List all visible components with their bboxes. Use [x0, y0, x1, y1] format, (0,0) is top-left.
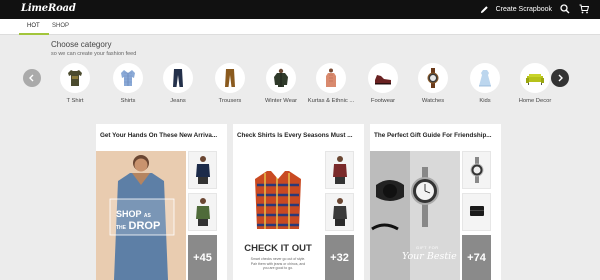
product-thumbnail[interactable] [462, 193, 491, 231]
category-item-watches[interactable]: Watches [408, 63, 458, 104]
category-label: Watches [421, 98, 445, 104]
card-main-image[interactable]: CHECK IT OUT Smart checks never go out o… [233, 151, 323, 280]
jacket-icon [266, 63, 296, 93]
shoe-icon [368, 63, 398, 93]
card-overlay-text: SHOP AS THE DROP [116, 209, 161, 232]
category-label: Shirts [120, 98, 136, 104]
category-item-shirts[interactable]: Shirts [103, 63, 153, 104]
sofa-icon [520, 63, 550, 93]
category-item-kids[interactable]: Kids [460, 63, 510, 104]
card-title[interactable]: The Perfect Gift Guide For Friendship... [374, 132, 498, 139]
trousers-icon [215, 63, 245, 93]
top-actions: Create Scrapbook [479, 3, 590, 15]
active-tab-indicator [19, 33, 49, 35]
category-item-footwear[interactable]: Footwear [358, 63, 408, 104]
category-label: Kurtas & Ethnic ... [307, 98, 355, 104]
card-main-image[interactable]: GIFT FOR Your Bestie [370, 151, 460, 280]
card-overlay-text: Your Bestie [402, 251, 457, 262]
card-overlay-caption: Smart checks never go out of style. Pair… [250, 257, 306, 270]
category-item-winter-wear[interactable]: Winter Wear [256, 63, 306, 104]
category-item-home-decor[interactable]: Home Decor [510, 63, 560, 104]
category-label: Kids [479, 98, 491, 104]
scrapbook-card[interactable]: Get Your Hands On These New Arriva... SH… [96, 124, 227, 280]
category-label: Jeans [170, 98, 186, 104]
tab-hot[interactable]: HOT [27, 23, 40, 29]
top-bar: LimeRoad Create Scrapbook [0, 0, 600, 19]
product-thumbnail[interactable] [188, 193, 217, 231]
card-overlay-text: CHECK IT OUT [244, 243, 312, 254]
category-carousel: T Shirt Shirts Jeans Trousers Winter Wea… [0, 63, 600, 108]
product-thumbnail[interactable] [462, 151, 491, 189]
category-label: Trousers [218, 98, 242, 104]
category-item-trousers[interactable]: Trousers [205, 63, 255, 104]
tab-bar: HOT SHOP [0, 19, 600, 35]
category-label: T Shirt [66, 98, 84, 104]
category-subtitle: so we can create your fashion feed [51, 51, 137, 57]
kids-dress-icon [470, 63, 500, 93]
search-icon[interactable] [559, 3, 571, 15]
shirt-icon [113, 63, 143, 93]
more-items-button[interactable]: +74 [462, 235, 491, 280]
tshirt-icon [60, 63, 90, 93]
category-label: Winter Wear [264, 98, 298, 104]
category-title: Choose category [51, 40, 112, 49]
create-scrapbook-button[interactable]: Create Scrapbook [479, 3, 552, 15]
more-items-button[interactable]: +45 [188, 235, 217, 280]
product-thumbnail[interactable] [188, 151, 217, 189]
kurta-icon [316, 63, 346, 93]
category-label: Footwear [370, 98, 396, 104]
category-item-tshirt[interactable]: T Shirt [50, 63, 100, 104]
more-items-button[interactable]: +32 [325, 235, 354, 280]
card-title[interactable]: Get Your Hands On These New Arriva... [100, 132, 224, 139]
scrapbook-card[interactable]: Check Shirts Is Every Seasons Must ... C… [233, 124, 364, 280]
card-title[interactable]: Check Shirts Is Every Seasons Must ... [237, 132, 361, 139]
tab-shop[interactable]: SHOP [52, 23, 69, 29]
card-main-image[interactable]: SHOP AS THE DROP [96, 151, 186, 280]
pencil-icon [479, 3, 491, 15]
product-thumbnail[interactable] [325, 193, 354, 231]
category-label: Home Decor [518, 98, 552, 104]
product-thumbnail[interactable] [325, 151, 354, 189]
jeans-icon [163, 63, 193, 93]
scrapbook-card[interactable]: The Perfect Gift Guide For Friendship...… [370, 124, 501, 280]
cart-icon[interactable] [578, 3, 590, 15]
card-overlay-caption: GIFT FOR [416, 245, 439, 250]
create-scrapbook-label: Create Scrapbook [495, 5, 552, 13]
category-item-kurtas[interactable]: Kurtas & Ethnic ... [306, 63, 356, 104]
watch-icon [418, 63, 448, 93]
category-item-jeans[interactable]: Jeans [153, 63, 203, 104]
limeroad-logo[interactable]: LimeRoad [21, 3, 76, 14]
